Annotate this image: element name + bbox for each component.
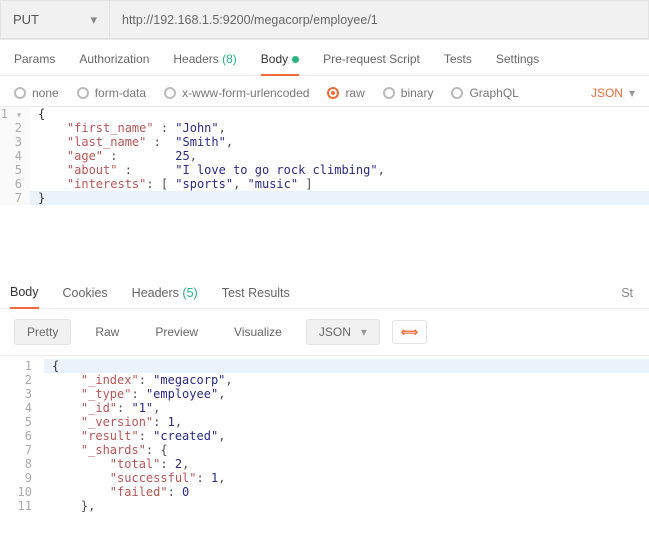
resp-tab-tests[interactable]: Test Results [222,276,290,308]
url-input[interactable]: http://192.168.1.5:9200/megacorp/employe… [110,0,649,39]
tab-headers[interactable]: Headers (8) [173,52,236,75]
radio-raw[interactable]: raw [327,86,364,100]
chevron-down-icon: ▾ [90,12,97,28]
dot-icon [292,56,299,63]
body-type-options: none form-data x-www-form-urlencoded raw… [0,76,649,106]
http-method-select[interactable]: PUT ▾ [0,0,110,39]
tab-tests[interactable]: Tests [444,52,472,75]
chevron-down-icon: ▾ [361,325,367,339]
response-toolbar: Pretty Raw Preview Visualize JSON▾ ⟺ [0,309,649,355]
tab-settings[interactable]: Settings [496,52,539,75]
tab-prerequest[interactable]: Pre-request Script [323,52,420,75]
resp-tab-cookies[interactable]: Cookies [63,276,108,308]
radio-binary[interactable]: binary [383,86,434,100]
radio-none[interactable]: none [14,86,59,100]
tab-params[interactable]: Params [14,52,55,75]
response-format-select[interactable]: JSON▾ [306,319,380,345]
resp-tab-body[interactable]: Body [10,275,39,309]
response-body-viewer[interactable]: 1{ 2 "_index": "megacorp", 3 "_type": "e… [0,355,649,513]
radio-xwww[interactable]: x-www-form-urlencoded [164,86,309,100]
request-body-editor[interactable]: 1 ▾{ 2 "first_name" : "John", 3 "last_na… [0,106,649,205]
body-format-select[interactable]: JSON▾ [591,86,635,100]
http-method-label: PUT [13,12,39,27]
url-text: http://192.168.1.5:9200/megacorp/employe… [122,13,378,27]
response-status: St [621,276,639,308]
view-raw[interactable]: Raw [83,320,131,344]
radio-formdata[interactable]: form-data [77,86,146,100]
resp-tab-headers[interactable]: Headers (5) [132,276,198,308]
view-pretty[interactable]: Pretty [14,319,71,345]
request-tabs: Params Authorization Headers (8) Body Pr… [0,40,649,76]
chevron-down-icon: ▾ [629,86,635,100]
tab-body[interactable]: Body [261,52,299,76]
view-preview[interactable]: Preview [143,320,210,344]
wrap-lines-icon[interactable]: ⟺ [392,320,427,344]
radio-graphql[interactable]: GraphQL [451,86,518,100]
view-visualize[interactable]: Visualize [222,320,294,344]
tab-authorization[interactable]: Authorization [79,52,149,75]
response-tabs: Body Cookies Headers (5) Test Results St [0,275,649,309]
